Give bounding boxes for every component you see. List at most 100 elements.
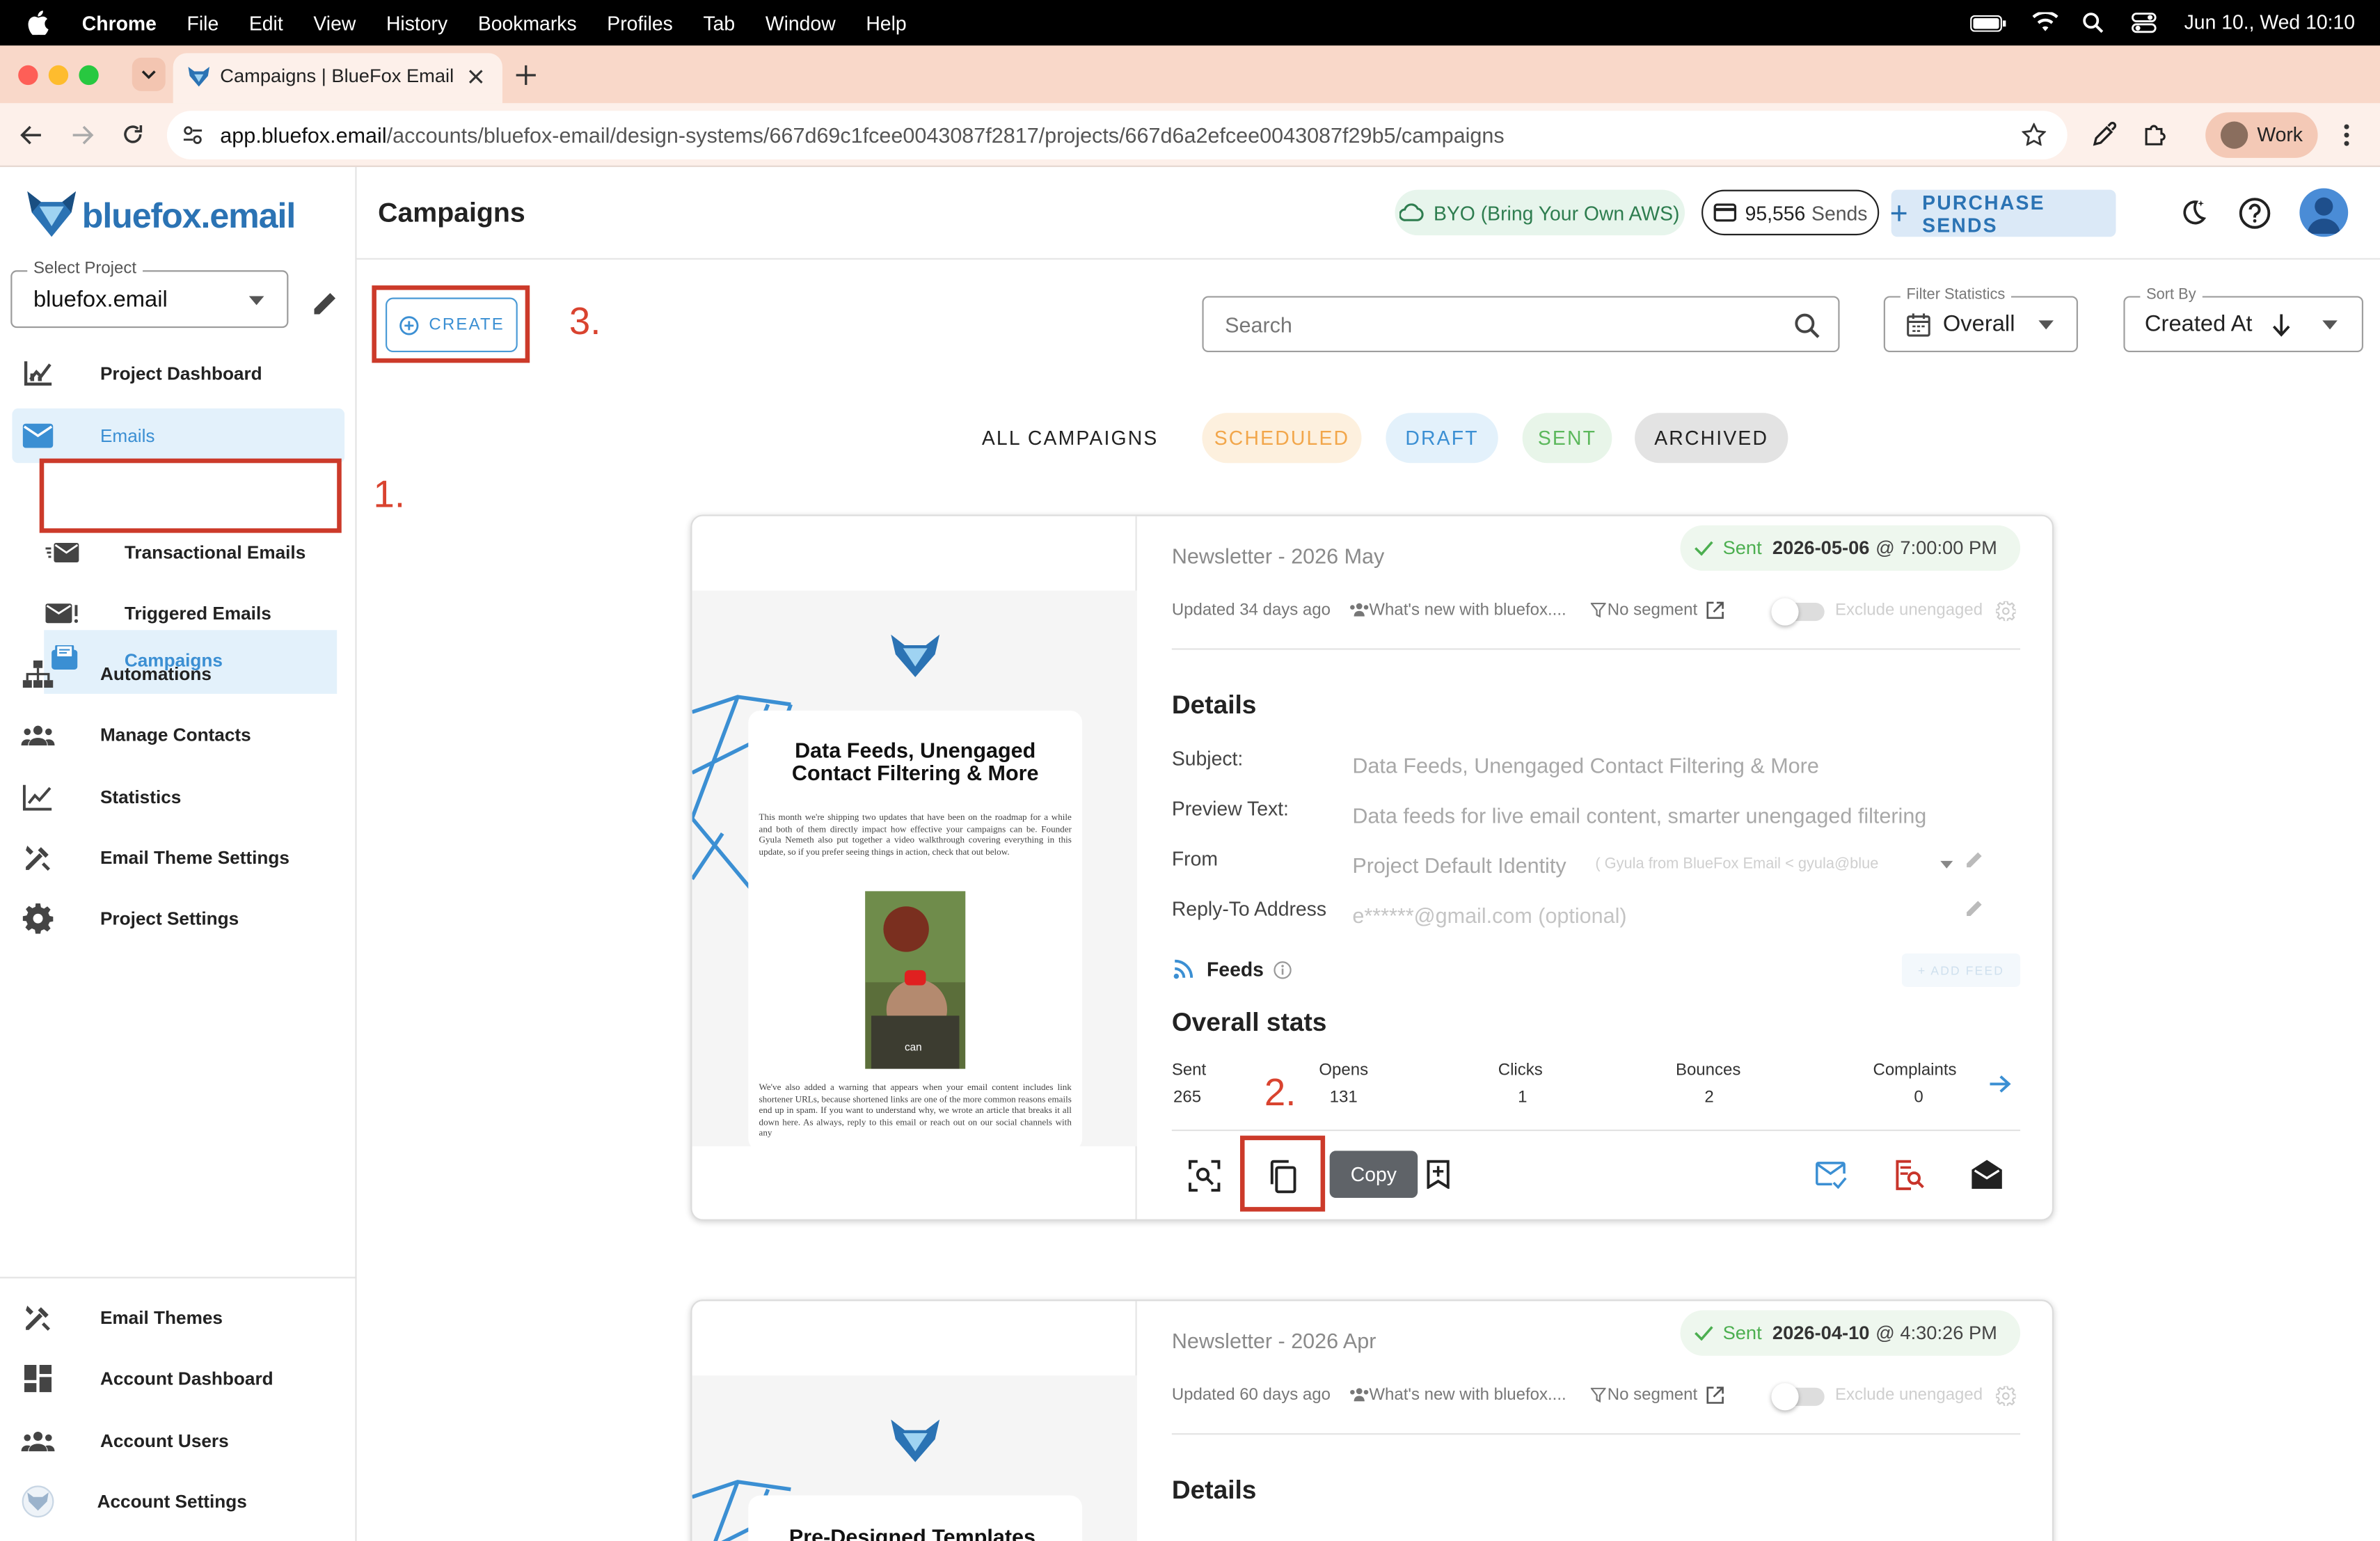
menu-profiles[interactable]: Profiles — [607, 11, 673, 34]
window-close-button[interactable] — [18, 65, 38, 86]
dropdown-arrow-icon[interactable] — [1939, 860, 1953, 869]
menu-bookmarks[interactable]: Bookmarks — [478, 11, 577, 34]
spotlight-icon[interactable] — [2082, 12, 2104, 33]
profile-button[interactable]: Work — [2205, 112, 2318, 158]
eyedropper-extension-icon[interactable] — [2092, 122, 2118, 148]
contact-list-name[interactable]: What's new with bluefox.... — [1369, 601, 1566, 619]
info-icon[interactable] — [1274, 961, 1292, 979]
reply-to-value[interactable]: e******@gmail.com (optional) — [1352, 903, 1626, 928]
campaign-card[interactable]: Pre-Designed Templates, Newsletter - 202… — [690, 1299, 2054, 1541]
preview-text-value[interactable]: Data feeds for live email content, smart… — [1352, 803, 1965, 828]
open-external-icon[interactable] — [1706, 601, 1724, 619]
sidebar-item-email-theme-settings[interactable]: Email Theme Settings — [0, 830, 357, 885]
extensions-puzzle-icon[interactable] — [2142, 122, 2168, 148]
search-input[interactable]: Search — [1202, 296, 1840, 353]
bookmark-star-icon[interactable] — [2022, 123, 2047, 146]
sidebar-item-statistics[interactable]: Statistics — [0, 770, 357, 825]
menu-file[interactable]: File — [187, 11, 219, 34]
site-info-icon[interactable] — [182, 125, 204, 146]
menu-view[interactable]: View — [313, 11, 356, 34]
edit-pencil-icon[interactable] — [1966, 851, 1984, 869]
byo-badge[interactable]: BYO (Bring Your Own AWS) — [1395, 189, 1685, 236]
menu-edit[interactable]: Edit — [249, 11, 283, 34]
segment-name[interactable]: No segment — [1608, 1386, 1697, 1405]
brand-logo[interactable]: bluefox.email — [22, 182, 310, 252]
campaign-name[interactable]: Newsletter - 2026 Apr — [1172, 1329, 1377, 1353]
open-external-icon[interactable] — [1706, 1386, 1724, 1405]
arrow-right-icon[interactable] — [1990, 1075, 2011, 1093]
subject-value[interactable]: Data Feeds, Unengaged Contact Filtering … — [1352, 753, 1818, 777]
video-thumbnail[interactable]: can — [865, 891, 966, 1069]
new-tab-icon[interactable] — [516, 65, 536, 86]
chrome-menu-icon[interactable] — [2342, 123, 2351, 148]
settings-gear-icon[interactable] — [1996, 601, 2016, 622]
sidebar-item-manage-contacts[interactable]: Manage Contacts — [0, 707, 357, 762]
sidebar-item-emails[interactable]: Emails — [12, 408, 345, 464]
control-center-icon[interactable] — [2131, 12, 2157, 33]
apple-icon[interactable] — [27, 10, 49, 35]
add-feed-button[interactable]: + ADD FEED — [1901, 953, 2021, 987]
drafts-icon[interactable] — [1972, 1160, 2002, 1189]
project-select[interactable]: Select Project bluefox.email — [10, 259, 289, 329]
sidebar-item-transactional-emails[interactable]: Transactional Emails — [0, 525, 357, 580]
segment-name[interactable]: No segment — [1608, 601, 1697, 619]
preview-search-icon[interactable] — [1189, 1160, 1221, 1192]
settings-gear-icon[interactable] — [1996, 1386, 2016, 1406]
window-minimize-button[interactable] — [48, 65, 69, 86]
edit-project-icon[interactable] — [312, 290, 338, 316]
window-zoom-button[interactable] — [79, 65, 99, 86]
sidebar-item-automations[interactable]: Automations — [0, 647, 357, 702]
sidebar-item-project-dashboard[interactable]: Project Dashboard — [0, 346, 357, 401]
tab-close-icon[interactable] — [468, 68, 484, 85]
filter-all-campaigns[interactable]: ALL CAMPAIGNS — [969, 413, 1172, 463]
filter-archived[interactable]: ARCHIVED — [1635, 413, 1788, 464]
annotation-box-create — [372, 285, 530, 363]
sidebar-item-triggered-emails[interactable]: Triggered Emails — [0, 586, 357, 641]
user-avatar[interactable] — [2299, 188, 2349, 237]
menu-history[interactable]: History — [386, 11, 447, 34]
campaign-name[interactable]: Newsletter - 2026 May — [1172, 544, 1384, 568]
bluefox-logo-icon — [891, 1419, 940, 1462]
arrow-down-icon[interactable] — [2272, 314, 2290, 338]
battery-icon[interactable] — [1970, 15, 2006, 32]
sidebar-item-email-themes[interactable]: Email Themes — [0, 1290, 357, 1345]
reload-icon[interactable] — [121, 123, 144, 146]
sidebar-item-account-dashboard[interactable]: Account Dashboard — [0, 1351, 357, 1406]
campaign-card[interactable]: Data Feeds, Unengaged Contact Filtering … — [690, 514, 2054, 1221]
exclude-unengaged-toggle[interactable] — [1771, 598, 1825, 626]
search-icon[interactable] — [1794, 313, 1820, 338]
bookmark-add-icon[interactable] — [1427, 1160, 1450, 1189]
filter-sent[interactable]: SENT — [1522, 413, 1612, 464]
report-search-icon[interactable] — [1894, 1160, 1925, 1190]
back-arrow-icon[interactable] — [19, 125, 42, 146]
filter-draft[interactable]: DRAFT — [1386, 413, 1498, 464]
tab-search-button[interactable] — [132, 57, 166, 91]
edit-pencil-icon[interactable] — [1966, 899, 1984, 917]
sidebar-item-account-settings[interactable]: Account Settings — [0, 1474, 357, 1529]
menu-window[interactable]: Window — [765, 11, 836, 34]
browser-tab-active[interactable]: Campaigns | BlueFox Email — [173, 53, 502, 104]
sidebar-item-account-users[interactable]: Account Users — [0, 1414, 357, 1469]
forward-arrow-icon[interactable] — [72, 125, 95, 146]
sort-by-select[interactable]: Sort By Created At — [2123, 287, 2364, 353]
sends-balance[interactable]: 95,556 Sends — [1701, 189, 1880, 236]
menu-tab[interactable]: Tab — [703, 11, 735, 34]
wifi-icon[interactable] — [2032, 12, 2058, 31]
address-bar[interactable]: app.bluefox.email/accounts/bluefox-email… — [166, 111, 2068, 160]
mark-email-read-icon[interactable] — [1816, 1162, 1848, 1189]
filter-statistics-select[interactable]: Filter Statistics Overall — [1883, 287, 2078, 353]
help-icon[interactable] — [2239, 198, 2271, 230]
sidebar-item-project-settings[interactable]: Project Settings — [0, 891, 357, 946]
contact-list-name[interactable]: What's new with bluefox.... — [1369, 1386, 1566, 1405]
email-thumbnail[interactable]: Data Feeds, Unengaged Contact Filtering … — [692, 516, 1137, 1219]
dark-mode-icon[interactable] — [2180, 199, 2207, 226]
purchase-sends-button[interactable]: PURCHASE SENDS — [1891, 189, 2116, 237]
menu-help[interactable]: Help — [866, 11, 906, 34]
menubar-app-name[interactable]: Chrome — [82, 11, 157, 34]
menubar-clock[interactable]: Jun 10., Wed 10:10 — [2184, 10, 2355, 33]
email-thumbnail[interactable]: Pre-Designed Templates, — [692, 1301, 1137, 1541]
youtube-play-icon[interactable] — [904, 970, 926, 986]
filter-scheduled[interactable]: SCHEDULED — [1202, 413, 1362, 464]
from-value[interactable]: Project Default Identity — [1352, 853, 1566, 878]
exclude-unengaged-toggle[interactable] — [1771, 1383, 1825, 1411]
